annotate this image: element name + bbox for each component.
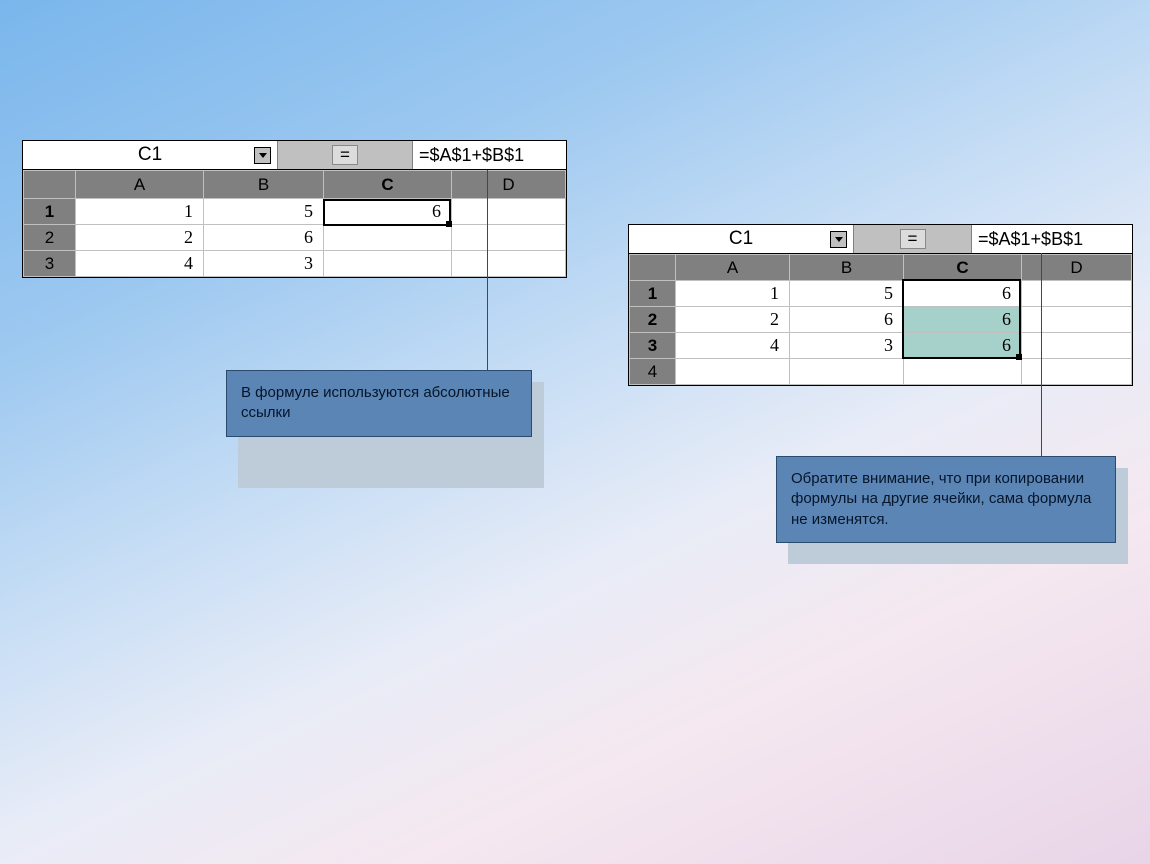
- select-all-corner[interactable]: [24, 171, 76, 199]
- cell[interactable]: 2: [76, 225, 204, 251]
- name-box-dropdown-icon[interactable]: [830, 231, 847, 248]
- formula-equals: =: [854, 225, 972, 253]
- col-header-b[interactable]: B: [204, 171, 324, 199]
- callout-text: Обратите внимание, что при копировании ф…: [791, 470, 1091, 528]
- spreadsheet-right: C1 = =$A$1+$B$1 A B C D 1 1 5 6 2 2 6 6: [628, 224, 1133, 386]
- cell[interactable]: [790, 359, 904, 385]
- spreadsheet-left: C1 = =$A$1+$B$1 A B C D 1 1 5 6 2 2 6: [22, 140, 567, 278]
- cell[interactable]: [1022, 307, 1132, 333]
- name-box-value: C1: [729, 228, 753, 250]
- col-header-c[interactable]: C: [324, 171, 452, 199]
- cell[interactable]: [324, 225, 452, 251]
- formula-bar: C1 = =$A$1+$B$1: [629, 225, 1132, 254]
- cell[interactable]: 6: [904, 333, 1022, 359]
- callout-copy-formula: Обратите внимание, что при копировании ф…: [776, 456, 1116, 543]
- col-header-b[interactable]: B: [790, 255, 904, 281]
- cell[interactable]: 5: [204, 199, 324, 225]
- row-header-1[interactable]: 1: [630, 281, 676, 307]
- cell[interactable]: 4: [76, 251, 204, 277]
- cell[interactable]: [1022, 333, 1132, 359]
- cell[interactable]: [904, 359, 1022, 385]
- col-header-c[interactable]: C: [904, 255, 1022, 281]
- cell[interactable]: [1022, 281, 1132, 307]
- cell[interactable]: 2: [676, 307, 790, 333]
- cell[interactable]: [324, 251, 452, 277]
- grid: A B C D 1 1 5 6 2 2 6 3 4 3: [23, 170, 566, 277]
- formula-equals: =: [278, 141, 413, 169]
- cell[interactable]: 6: [904, 281, 1022, 307]
- equals-icon[interactable]: =: [332, 145, 358, 165]
- cell[interactable]: [452, 225, 566, 251]
- row-header-3[interactable]: 3: [24, 251, 76, 277]
- cell[interactable]: [452, 199, 566, 225]
- cell[interactable]: 6: [790, 307, 904, 333]
- cell[interactable]: 3: [790, 333, 904, 359]
- row-header-2[interactable]: 2: [24, 225, 76, 251]
- cell[interactable]: 6: [204, 225, 324, 251]
- leader-line: [487, 170, 488, 370]
- row-header-4[interactable]: 4: [630, 359, 676, 385]
- grid: A B C D 1 1 5 6 2 2 6 6 3 4 3 6 4: [629, 254, 1132, 385]
- cell[interactable]: [676, 359, 790, 385]
- callout-absolute-refs: В формуле используются абсолютные ссылки: [226, 370, 532, 437]
- name-box-value: C1: [138, 144, 162, 166]
- cell[interactable]: [1022, 359, 1132, 385]
- leader-line: [1041, 253, 1042, 456]
- cell[interactable]: [452, 251, 566, 277]
- formula-bar: C1 = =$A$1+$B$1: [23, 141, 566, 170]
- name-box-dropdown-icon[interactable]: [254, 147, 271, 164]
- cell[interactable]: 6: [324, 199, 452, 225]
- callout-text: В формуле используются абсолютные ссылки: [241, 384, 510, 421]
- col-header-d[interactable]: D: [452, 171, 566, 199]
- cell[interactable]: 3: [204, 251, 324, 277]
- cell[interactable]: 5: [790, 281, 904, 307]
- row-header-3[interactable]: 3: [630, 333, 676, 359]
- formula-input[interactable]: =$A$1+$B$1: [413, 141, 566, 169]
- name-box[interactable]: C1: [629, 225, 854, 253]
- col-header-d[interactable]: D: [1022, 255, 1132, 281]
- cell[interactable]: 4: [676, 333, 790, 359]
- col-header-a[interactable]: A: [76, 171, 204, 199]
- select-all-corner[interactable]: [630, 255, 676, 281]
- name-box[interactable]: C1: [23, 141, 278, 169]
- row-header-1[interactable]: 1: [24, 199, 76, 225]
- col-header-a[interactable]: A: [676, 255, 790, 281]
- cell[interactable]: 1: [676, 281, 790, 307]
- equals-icon[interactable]: =: [900, 229, 926, 249]
- cell[interactable]: 1: [76, 199, 204, 225]
- formula-input[interactable]: =$A$1+$B$1: [972, 225, 1132, 253]
- cell[interactable]: 6: [904, 307, 1022, 333]
- row-header-2[interactable]: 2: [630, 307, 676, 333]
